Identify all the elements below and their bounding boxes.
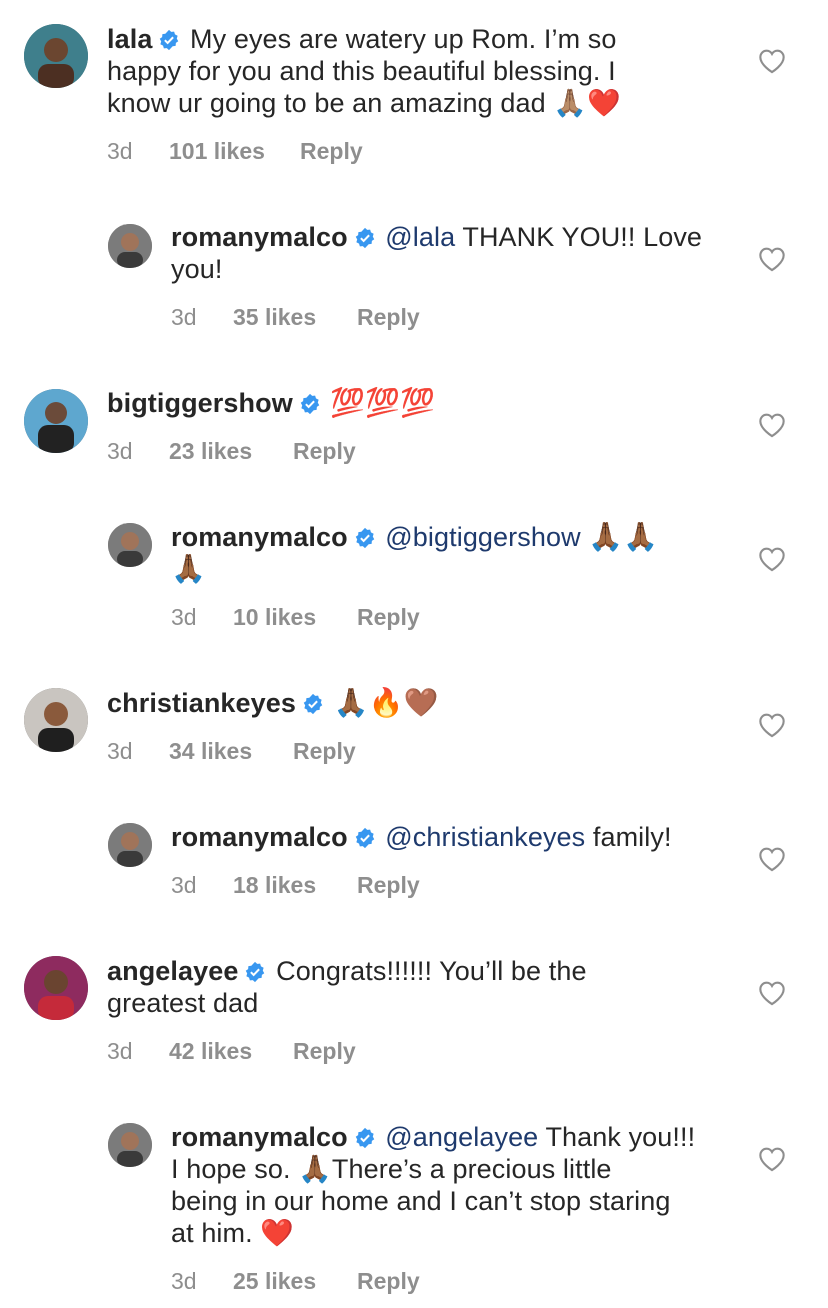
comment-timestamp: 3d bbox=[107, 738, 133, 764]
comment-username[interactable]: lala bbox=[107, 24, 152, 54]
comment-timestamp: 3d bbox=[171, 872, 197, 898]
comment-text: romanymalco @christiankeyes family! bbox=[171, 821, 731, 853]
mention-link[interactable]: @christiankeyes bbox=[385, 822, 585, 852]
comment-body: 🙏🏾🙏🏾 bbox=[588, 520, 659, 553]
comment-likes[interactable]: 35 likes bbox=[233, 304, 357, 331]
comment-timestamp: 3d bbox=[171, 304, 197, 330]
comment-username[interactable]: christiankeyes bbox=[107, 688, 296, 718]
heart-outline-icon[interactable] bbox=[758, 712, 786, 738]
heart-outline-icon[interactable] bbox=[758, 846, 786, 872]
comment-username[interactable]: romanymalco bbox=[171, 822, 348, 852]
comment-body: being in our home and I can’t stop stari… bbox=[171, 1186, 671, 1216]
avatar[interactable] bbox=[108, 523, 152, 567]
comment-body: I hope so. 🙏🏾There’s a precious little bbox=[171, 1154, 612, 1184]
verified-badge-icon bbox=[354, 827, 376, 849]
comment-body: 🙏🏾 bbox=[171, 552, 206, 585]
verified-badge-icon bbox=[299, 393, 321, 415]
comment-text: romanymalco @lala THANK YOU!! Love you! bbox=[171, 221, 731, 285]
comment-body: 💯💯💯 bbox=[330, 386, 436, 419]
comment-likes[interactable]: 10 likes bbox=[233, 604, 357, 631]
avatar[interactable] bbox=[24, 389, 88, 453]
avatar[interactable] bbox=[24, 688, 88, 752]
comment-meta: 3d 23 likes Reply bbox=[107, 438, 356, 465]
verified-badge-icon bbox=[302, 693, 324, 715]
avatar[interactable] bbox=[24, 24, 88, 88]
comment-meta: 3d 101 likes Reply bbox=[107, 138, 363, 165]
heart-outline-icon[interactable] bbox=[758, 246, 786, 272]
verified-badge-icon bbox=[354, 227, 376, 249]
comment-text: lala My eyes are watery up Rom. I’m so h… bbox=[107, 23, 727, 119]
comment-meta: 3d 35 likes Reply bbox=[171, 304, 420, 331]
comment-text: bigtiggershow 💯💯💯 bbox=[107, 387, 727, 419]
comment-body: happy for you and this beautiful blessin… bbox=[107, 56, 616, 86]
heart-outline-icon[interactable] bbox=[758, 1146, 786, 1172]
comment-timestamp: 3d bbox=[171, 604, 197, 630]
comment-likes[interactable]: 23 likes bbox=[169, 438, 293, 465]
comment-likes[interactable]: 18 likes bbox=[233, 872, 357, 899]
comment-body: greatest dad bbox=[107, 988, 259, 1018]
comment-meta: 3d 42 likes Reply bbox=[107, 1038, 356, 1065]
heart-outline-icon[interactable] bbox=[758, 546, 786, 572]
comment-username[interactable]: romanymalco bbox=[171, 222, 348, 252]
comment-username[interactable]: romanymalco bbox=[171, 522, 348, 552]
comment-body: you! bbox=[171, 254, 223, 284]
reply-button[interactable]: Reply bbox=[357, 872, 420, 899]
verified-badge-icon bbox=[354, 1127, 376, 1149]
comment-likes[interactable]: 34 likes bbox=[169, 738, 293, 765]
avatar[interactable] bbox=[108, 1123, 152, 1167]
reply-button[interactable]: Reply bbox=[357, 1268, 420, 1295]
comment-meta: 3d 18 likes Reply bbox=[171, 872, 420, 899]
comment-text: romanymalco @angelayee Thank you!!! I ho… bbox=[171, 1121, 731, 1249]
comment-body: THANK YOU!! Love bbox=[462, 222, 703, 252]
comment-username[interactable]: bigtiggershow bbox=[107, 388, 293, 418]
comment-text: christiankeyes 🙏🏾🔥🤎 bbox=[107, 687, 727, 719]
comment-body: My eyes are watery up Rom. I’m so bbox=[190, 24, 617, 54]
comment-text: romanymalco @bigtiggershow 🙏🏾🙏🏾 🙏🏾 bbox=[171, 521, 731, 585]
comment-username[interactable]: angelayee bbox=[107, 956, 238, 986]
comment-meta: 3d 10 likes Reply bbox=[171, 604, 420, 631]
reply-button[interactable]: Reply bbox=[293, 438, 356, 465]
verified-badge-icon bbox=[354, 527, 376, 549]
verified-badge-icon bbox=[244, 961, 266, 983]
heart-outline-icon[interactable] bbox=[758, 48, 786, 74]
avatar[interactable] bbox=[108, 224, 152, 268]
reply-button[interactable]: Reply bbox=[293, 738, 356, 765]
comment-username[interactable]: romanymalco bbox=[171, 1122, 348, 1152]
mention-link[interactable]: @lala bbox=[385, 222, 455, 252]
comment-text: angelayee Congrats!!!!!! You’ll be the g… bbox=[107, 955, 727, 1019]
heart-outline-icon[interactable] bbox=[758, 412, 786, 438]
heart-outline-icon[interactable] bbox=[758, 980, 786, 1006]
comment-meta: 3d 34 likes Reply bbox=[107, 738, 356, 765]
mention-link[interactable]: @bigtiggershow bbox=[385, 522, 580, 552]
comment-timestamp: 3d bbox=[107, 438, 133, 464]
reply-button[interactable]: Reply bbox=[357, 304, 420, 331]
comment-timestamp: 3d bbox=[107, 138, 133, 164]
comment-likes[interactable]: 25 likes bbox=[233, 1268, 357, 1295]
comment-body: at him. ❤️ bbox=[171, 1218, 295, 1248]
comment-timestamp: 3d bbox=[171, 1268, 197, 1294]
comment-meta: 3d 25 likes Reply bbox=[171, 1268, 420, 1295]
comment-body: 🙏🏾🔥🤎 bbox=[333, 686, 439, 719]
avatar[interactable] bbox=[108, 823, 152, 867]
comment-likes[interactable]: 101 likes bbox=[169, 138, 300, 165]
comment-body: Thank you!!! bbox=[545, 1122, 696, 1152]
comment-body: know ur going to be an amazing dad 🙏🏽❤️ bbox=[107, 88, 621, 118]
reply-button[interactable]: Reply bbox=[300, 138, 363, 165]
comment-timestamp: 3d bbox=[107, 1038, 133, 1064]
reply-button[interactable]: Reply bbox=[357, 604, 420, 631]
avatar[interactable] bbox=[24, 956, 88, 1020]
verified-badge-icon bbox=[158, 29, 180, 51]
comment-body: Congrats!!!!!! You’ll be the bbox=[276, 956, 587, 986]
mention-link[interactable]: @angelayee bbox=[385, 1122, 538, 1152]
comment-likes[interactable]: 42 likes bbox=[169, 1038, 293, 1065]
comment-body: family! bbox=[592, 822, 672, 852]
reply-button[interactable]: Reply bbox=[293, 1038, 356, 1065]
